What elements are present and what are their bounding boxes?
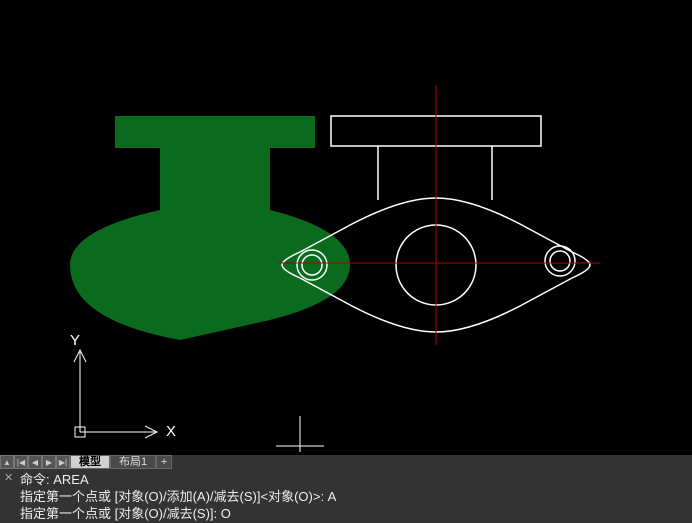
- drawing-canvas[interactable]: Y X: [0, 0, 692, 452]
- tab-model[interactable]: 模型: [70, 455, 110, 469]
- command-history: 命令: AREA 指定第一个点或 [对象(O)/添加(A)/减去(S)]<对象(…: [20, 471, 688, 522]
- ucs-icon: [74, 350, 157, 438]
- tab-nav-up[interactable]: ▲: [0, 455, 14, 469]
- command-line-2: 指定第一个点或 [对象(O)/添加(A)/减去(S)]<对象(O)>: A: [20, 488, 688, 505]
- tab-nav-next[interactable]: ▶: [42, 455, 56, 469]
- cursor-crosshair: [276, 416, 324, 452]
- command-window[interactable]: ✕ 命令: AREA 指定第一个点或 [对象(O)/添加(A)/减去(S)]<对…: [0, 469, 692, 523]
- layout-tab-bar: ▲ |◀ ◀ ▶ ▶| 模型 布局1 +: [0, 455, 692, 469]
- command-close-icon[interactable]: ✕: [4, 471, 13, 484]
- cad-drawing: Y X: [0, 0, 692, 452]
- tab-nav-prev[interactable]: ◀: [28, 455, 42, 469]
- tab-add[interactable]: +: [156, 455, 172, 469]
- command-line-3: 指定第一个点或 [对象(O)/减去(S)]: O: [20, 505, 688, 522]
- tab-layout1[interactable]: 布局1: [110, 455, 156, 469]
- command-line-1: 命令: AREA: [20, 471, 688, 488]
- center-crosshair: [278, 85, 600, 345]
- tab-nav-first[interactable]: |◀: [14, 455, 28, 469]
- ucs-y-label: Y: [70, 332, 80, 349]
- tab-nav-last[interactable]: ▶|: [56, 455, 70, 469]
- ucs-x-label: X: [166, 423, 176, 440]
- green-filled-part: [70, 116, 350, 340]
